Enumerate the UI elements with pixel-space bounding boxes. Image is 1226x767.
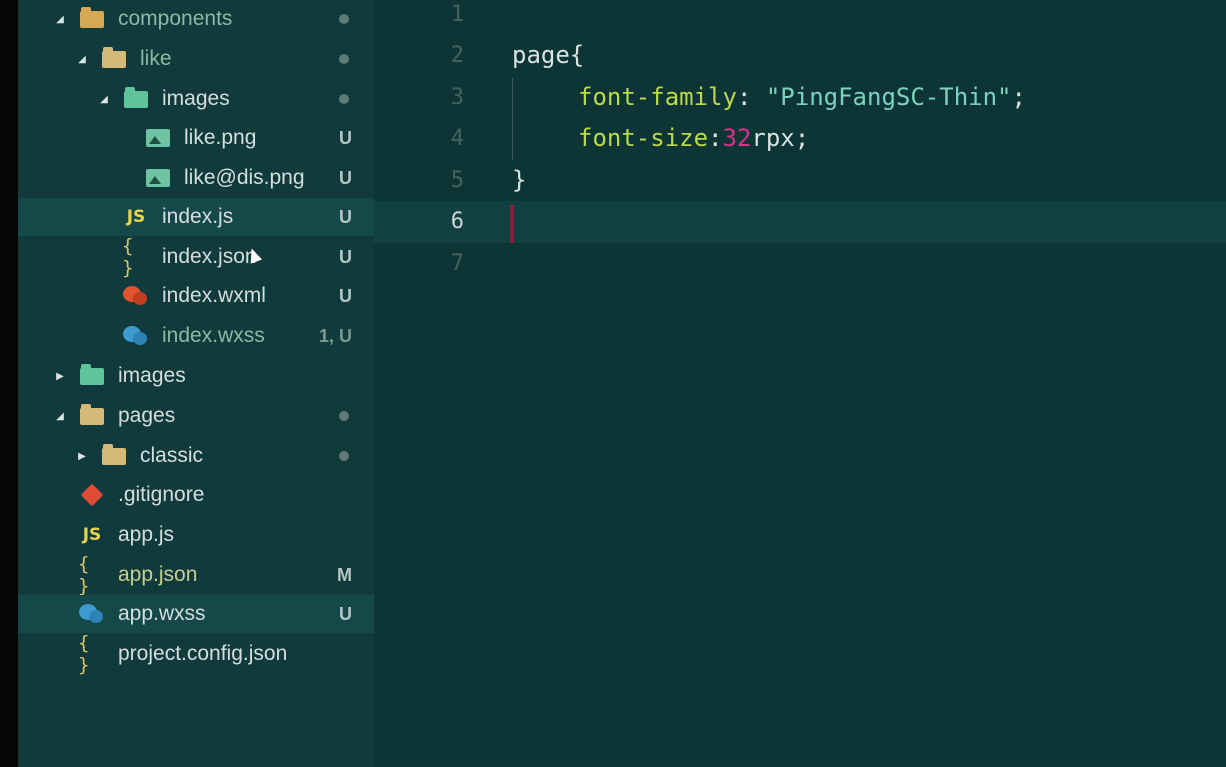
json-icon: { } [78, 632, 90, 676]
chevron-down-icon[interactable]: ◢ [98, 93, 110, 105]
tree-item-label: pages [118, 404, 176, 427]
colon: : [736, 83, 766, 111]
chevron-right-icon[interactable]: ▶ [76, 450, 88, 462]
tree-item-label: project.config.json [118, 642, 288, 665]
status-dot [339, 54, 349, 64]
tree-item-gitignore[interactable]: .gitignore [18, 476, 374, 514]
tree-item-images[interactable]: ◢ images [18, 80, 374, 118]
tree-item-label: images [162, 87, 230, 110]
image-file-icon [144, 167, 172, 189]
text-cursor [510, 205, 514, 243]
tree-item-label: index.wxss [162, 324, 265, 347]
css-unit: rpx; [751, 124, 810, 152]
tree-item-like-png[interactable]: like.png U [18, 119, 374, 157]
tree-item-label: images [118, 364, 186, 387]
json-icon: { } [122, 235, 134, 279]
git-status-badge: U [339, 603, 352, 624]
chevron-down-icon[interactable]: ◢ [54, 13, 66, 25]
tree-item-pages[interactable]: ◢ pages [18, 397, 374, 435]
tree-item-index-wxml[interactable]: index.wxml U [18, 277, 374, 315]
code-line-5[interactable]: } [512, 166, 526, 194]
git-status-badge: U [339, 127, 352, 148]
git-status-badge: U [339, 206, 352, 227]
indent-guide [512, 78, 513, 160]
tree-item-like-dis-png[interactable]: like@dis.png U [18, 159, 374, 197]
line-number: 2 [450, 43, 464, 68]
tree-item-index-wxss[interactable]: index.wxss 1, U [18, 317, 374, 355]
git-status-badge: U [339, 246, 352, 267]
status-dot [339, 411, 349, 421]
tree-item-app-js[interactable]: JS app.js [18, 516, 374, 554]
line-number-active: 6 [450, 209, 464, 234]
line-number: 7 [450, 251, 464, 276]
tree-item-label: app.wxss [118, 602, 206, 625]
line-number: 5 [450, 168, 464, 193]
git-status-badge: 1, U [318, 325, 352, 346]
tree-item-like[interactable]: ◢ like [18, 40, 374, 78]
javascript-icon: JS [82, 525, 102, 545]
tree-item-components[interactable]: ◢ components [18, 0, 374, 38]
tree-item-label: classic [140, 444, 204, 467]
file-explorer: ◢ components ◢ like ◢ images like.png U … [18, 0, 374, 767]
tree-item-label: app.json [118, 563, 198, 586]
git-status-badge: U [339, 285, 352, 306]
colon: : [708, 124, 723, 152]
git-status-badge: U [339, 167, 352, 188]
tree-item-app-json[interactable]: { } app.json M [18, 553, 374, 597]
image-folder-icon [122, 86, 150, 110]
tree-item-label: like [140, 47, 172, 70]
code-line-4[interactable]: font-size:32rpx; [578, 124, 809, 152]
css-property: font-family [578, 83, 737, 111]
css-number-value: 32 [722, 124, 752, 152]
code-editor[interactable]: 1 2 3 4 5 6 7 page{ font-family: "PingFa… [374, 0, 1226, 767]
selector-text: page{ [512, 41, 585, 69]
line-number: 4 [450, 126, 464, 151]
git-status-badge: M [337, 564, 352, 585]
status-dot [339, 14, 349, 24]
line-number: 1 [450, 2, 464, 27]
tree-item-label: index.js [162, 205, 234, 228]
tree-item-images-root[interactable]: ▶ images [18, 357, 374, 395]
image-file-icon [144, 127, 172, 149]
chevron-right-icon[interactable]: ▶ [54, 370, 66, 382]
folder-icon [100, 443, 128, 467]
folder-icon [78, 403, 106, 427]
tree-item-label: like@dis.png [184, 166, 305, 189]
tree-item-label: app.js [118, 523, 175, 546]
tree-item-label: index.wxml [162, 284, 266, 307]
json-icon: { } [78, 553, 90, 597]
current-line-highlight [374, 201, 1226, 243]
activity-bar [0, 0, 18, 767]
tree-item-label: components [118, 7, 233, 30]
wxss-icon [122, 325, 150, 347]
css-string-value: "PingFangSC-Thin" [765, 83, 1012, 111]
tree-item-classic[interactable]: ▶ classic [18, 437, 374, 475]
tree-item-project-config-json[interactable]: { } project.config.json [18, 632, 374, 676]
folder-icon [78, 6, 106, 30]
tree-item-index-js[interactable]: JS index.js U [18, 198, 374, 236]
css-property: font-size [578, 124, 709, 152]
tree-item-label: .gitignore [118, 483, 205, 506]
code-line-2[interactable]: page{ [512, 41, 584, 69]
folder-icon [100, 46, 128, 70]
chevron-down-icon[interactable]: ◢ [54, 410, 66, 422]
wxml-icon [122, 285, 150, 307]
tree-item-label: like.png [184, 126, 257, 149]
status-dot [339, 94, 349, 104]
semicolon: ; [1011, 83, 1026, 111]
chevron-down-icon[interactable]: ◢ [76, 53, 88, 65]
wxss-icon [78, 603, 106, 625]
image-folder-icon [78, 363, 106, 387]
line-number: 3 [450, 85, 464, 110]
tree-item-index-json[interactable]: { } index.json U [18, 235, 374, 279]
git-icon [78, 483, 106, 507]
code-line-3[interactable]: font-family: "PingFangSC-Thin"; [578, 83, 1026, 111]
tree-item-label: index.json [162, 245, 257, 268]
javascript-icon: JS [126, 207, 146, 227]
closing-brace: } [512, 166, 527, 194]
status-dot [339, 451, 349, 461]
tree-item-app-wxss[interactable]: app.wxss U [18, 595, 374, 633]
